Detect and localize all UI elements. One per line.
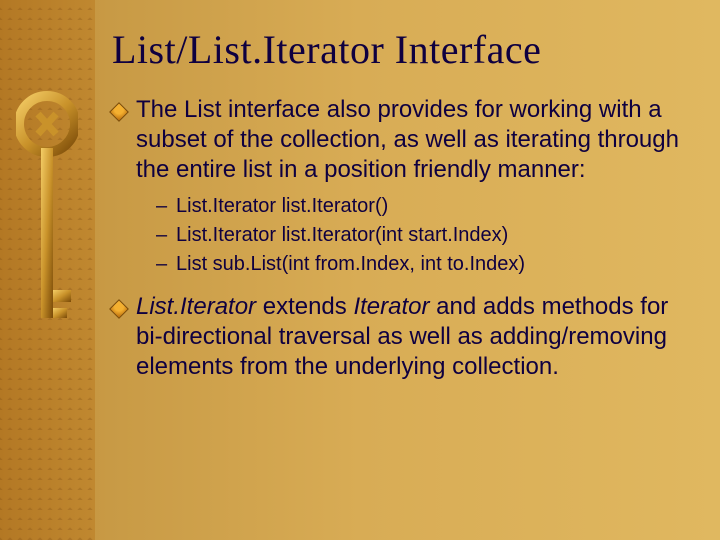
sub-item: – List.Iterator list.Iterator(int start.… <box>156 222 692 249</box>
dash-bullet-icon: – <box>156 222 170 249</box>
sub-list: – List.Iterator list.Iterator() – List.I… <box>156 193 692 278</box>
text-fragment: The <box>136 96 184 123</box>
key-graphic <box>16 90 78 375</box>
text-fragment: extends <box>256 293 353 320</box>
sub-text: List.Iterator list.Iterator(int start.In… <box>176 222 508 249</box>
diamond-bullet-icon <box>109 102 129 122</box>
slide-title: List/List.Iterator Interface <box>112 26 692 73</box>
dash-bullet-icon: – <box>156 193 170 220</box>
dash-bullet-icon: – <box>156 251 170 278</box>
bullet-text: The List interface also provides for wor… <box>136 95 692 185</box>
sub-item: – List sub.List(int from.Index, int to.I… <box>156 251 692 278</box>
bullet-item: The List interface also provides for wor… <box>112 95 692 185</box>
slide: List/List.Iterator Interface The List in… <box>0 0 720 540</box>
sub-text: List.Iterator list.Iterator() <box>176 193 388 220</box>
code-word: List <box>184 96 221 123</box>
diamond-bullet-icon <box>109 299 129 319</box>
italic-word: Iterator <box>353 293 429 320</box>
sub-text: List sub.List(int from.Index, int to.Ind… <box>176 251 525 278</box>
key-icon <box>16 90 78 370</box>
content-area: List/List.Iterator Interface The List in… <box>112 26 692 390</box>
italic-word: List.Iterator <box>136 293 256 320</box>
bullet-item: List.Iterator extends Iterator and adds … <box>112 292 692 382</box>
sub-item: – List.Iterator list.Iterator() <box>156 193 692 220</box>
bullet-text: List.Iterator extends Iterator and adds … <box>136 292 692 382</box>
